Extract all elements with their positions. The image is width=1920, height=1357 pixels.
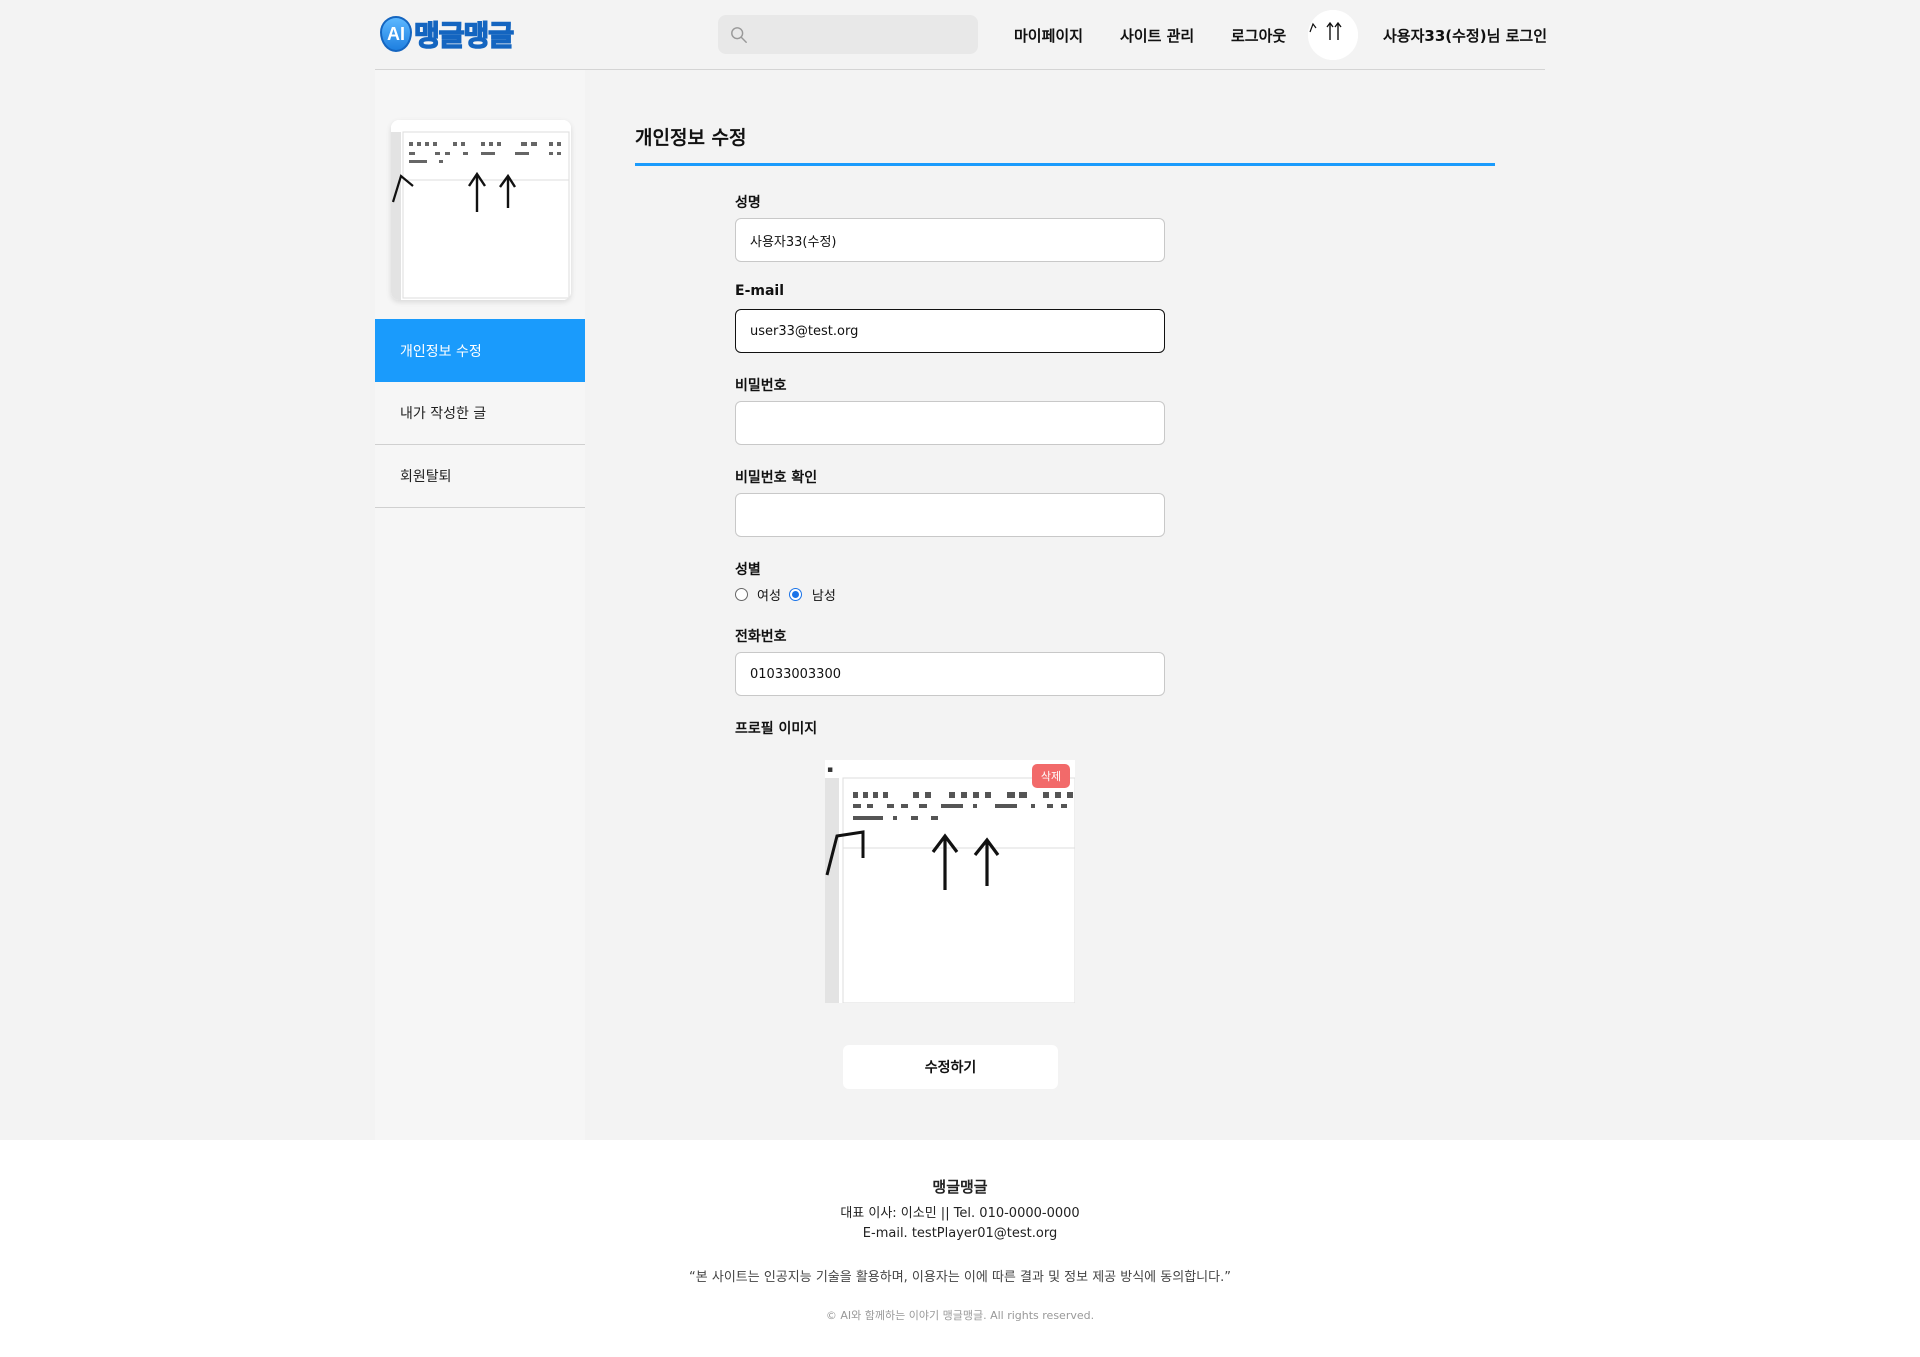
name-label: 성명 xyxy=(735,195,761,211)
sidebar-profile-thumbnail xyxy=(391,120,571,300)
password-label: 비밀번호 xyxy=(735,378,787,394)
phone-label: 전화번호 xyxy=(735,629,787,645)
password-confirm-input[interactable] xyxy=(735,493,1165,537)
name-input[interactable] xyxy=(735,218,1165,262)
title-divider xyxy=(635,163,1495,166)
profile-image-label: 프로필 이미지 xyxy=(735,721,818,737)
footer-email: E-mail. testPlayer01@test.org xyxy=(862,1226,1058,1241)
profile-image-sketch: ▪ xyxy=(825,760,1075,1003)
sidebar-item-my-posts[interactable]: 내가 작성한 글 xyxy=(375,382,585,445)
phone-input[interactable] xyxy=(735,652,1165,696)
email-label: E-mail xyxy=(735,283,785,299)
delete-image-button[interactable]: 삭제 xyxy=(1032,764,1070,788)
footer-site-name: 맹글맹글 xyxy=(932,1178,988,1196)
footer-notice: “본 사이트는 인공지능 기술을 활용하며, 이용자는 이에 따른 결과 및 정… xyxy=(689,1270,1231,1285)
gender-male-label: 남성 xyxy=(811,589,836,604)
header-avatar[interactable] xyxy=(1308,10,1358,60)
logo-ai-badge: AI xyxy=(380,16,412,52)
footer: 맹글맹글 대표 이사: 이소민 || Tel. 010-0000-0000 E-… xyxy=(0,1140,1920,1357)
nav-site-admin-link[interactable]: 사이트 관리 xyxy=(1120,25,1194,46)
profile-image-preview[interactable]: ▪ xyxy=(825,760,1075,1003)
top-header: AI 맹글맹글 마이페이지 사이트 관리 로그아웃 사용자33(수정)님 로그인 xyxy=(375,0,1548,70)
sidebar-menu: 개인정보 수정 내가 작성한 글 회원탈퇴 xyxy=(375,319,585,508)
footer-ceo-tel: 대표 이사: 이소민 || Tel. 010-0000-0000 xyxy=(840,1206,1080,1221)
nav-mypage-link[interactable]: 마이페이지 xyxy=(1014,25,1083,46)
main-content: 개인정보 수정 성명 E-mail 비밀번호 비밀번호 확인 성별 여성 남성 … xyxy=(585,70,1545,1140)
password-input[interactable] xyxy=(735,401,1165,445)
search-bar[interactable] xyxy=(718,15,978,54)
gender-female-radio[interactable] xyxy=(735,588,748,601)
sidebar-item-edit-profile[interactable]: 개인정보 수정 xyxy=(375,319,585,382)
page-title: 개인정보 수정 xyxy=(635,127,747,149)
gender-male-radio[interactable] xyxy=(788,588,802,601)
logo-text: 맹글맹글 xyxy=(413,18,515,53)
footer-copyright: © AI와 함께하는 이야기 맹글맹글. All rights reserved… xyxy=(825,1309,1095,1322)
search-icon xyxy=(731,26,747,43)
nav-logout-link[interactable]: 로그아웃 xyxy=(1231,25,1286,46)
email-input[interactable] xyxy=(735,309,1165,353)
sidebar: 개인정보 수정 내가 작성한 글 회원탈퇴 xyxy=(375,70,585,1140)
site-logo[interactable]: AI 맹글맹글 xyxy=(380,14,515,54)
password-confirm-label: 비밀번호 확인 xyxy=(735,470,818,486)
profile-sketch-image xyxy=(391,120,571,300)
user-greeting: 사용자33(수정)님 로그인 xyxy=(1383,27,1548,45)
search-input[interactable] xyxy=(756,26,966,43)
submit-button[interactable]: 수정하기 xyxy=(843,1045,1058,1089)
avatar-sketch-image xyxy=(1308,10,1358,60)
gender-label: 성별 xyxy=(735,562,761,578)
svg-text:▪: ▪ xyxy=(827,765,833,775)
gender-options: 여성 남성 xyxy=(735,585,836,604)
gender-female-label: 여성 xyxy=(757,589,781,604)
sidebar-item-withdraw[interactable]: 회원탈퇴 xyxy=(375,445,585,508)
